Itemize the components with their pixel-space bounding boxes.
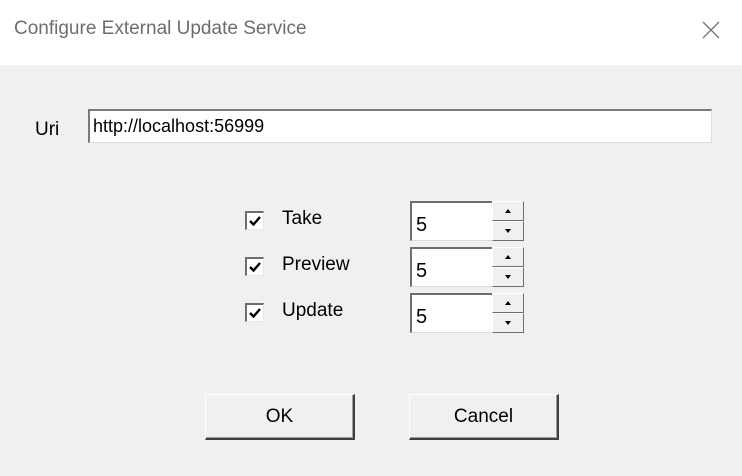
arrow-up-icon: [505, 255, 511, 259]
take-value-input[interactable]: [410, 201, 492, 241]
preview-spin-down-button[interactable]: [492, 267, 524, 287]
option-row-preview: Preview: [0, 245, 742, 291]
window-title: Configure External Update Service: [14, 18, 307, 39]
uri-label: Uri: [35, 119, 60, 140]
ok-button[interactable]: OK: [205, 394, 355, 440]
arrow-down-icon: [505, 321, 511, 325]
take-spin-down-button[interactable]: [492, 221, 524, 241]
checkmark-icon: [249, 262, 261, 273]
arrow-up-icon: [505, 301, 511, 305]
update-value-input[interactable]: [410, 293, 492, 333]
take-label: Take: [282, 208, 323, 229]
take-checkbox[interactable]: [245, 211, 264, 230]
close-button[interactable]: [680, 0, 742, 65]
checkmark-icon: [249, 308, 261, 319]
option-row-update: Update: [0, 291, 742, 337]
preview-value-input[interactable]: [410, 247, 492, 287]
cancel-button[interactable]: Cancel: [409, 394, 559, 440]
take-spinner: [492, 201, 524, 241]
checkmark-icon: [249, 216, 261, 227]
update-spin-up-button[interactable]: [492, 293, 524, 313]
update-spin-down-button[interactable]: [492, 313, 524, 333]
option-row-take: Take: [0, 199, 742, 245]
update-spinner: [492, 293, 524, 333]
update-label: Update: [282, 300, 344, 321]
configure-dialog: Configure External Update Service Uri Ta…: [0, 0, 742, 476]
arrow-down-icon: [505, 275, 511, 279]
arrow-up-icon: [505, 209, 511, 213]
preview-spinner: [492, 247, 524, 287]
preview-checkbox[interactable]: [245, 257, 264, 276]
preview-label: Preview: [282, 254, 350, 275]
preview-spin-up-button[interactable]: [492, 247, 524, 267]
update-checkbox[interactable]: [245, 303, 264, 322]
close-icon: [702, 21, 720, 44]
title-bar: Configure External Update Service: [0, 0, 742, 65]
arrow-down-icon: [505, 229, 511, 233]
uri-input[interactable]: [88, 109, 712, 143]
dialog-body: Uri Take: [0, 65, 742, 476]
take-spin-up-button[interactable]: [492, 201, 524, 221]
